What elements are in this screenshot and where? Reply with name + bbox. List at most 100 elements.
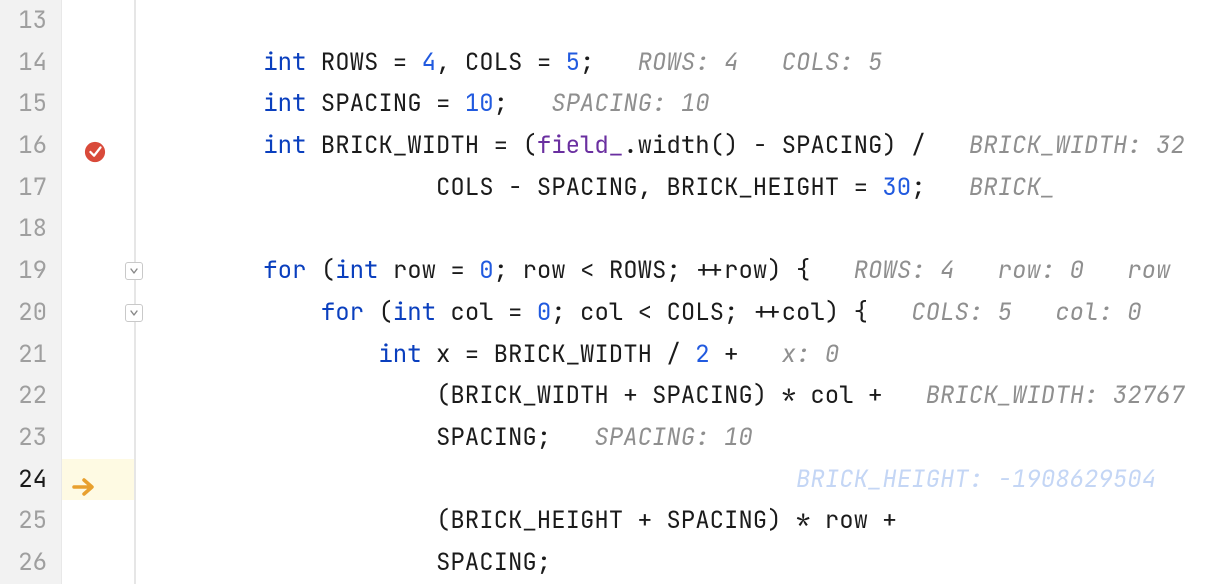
code-token: SPACING; xyxy=(436,547,551,578)
inline-hint: row: 0 xyxy=(998,255,1084,286)
marker-line xyxy=(62,0,134,42)
line-number: 21 xyxy=(0,334,61,376)
code-line[interactable]: for (int row = 0; row < ROWS; ++row) { R… xyxy=(136,250,1232,292)
inline-hint: ROWS: 4 xyxy=(638,47,739,78)
code-line[interactable]: int BRICK_WIDTH = (field_.width() - SPAC… xyxy=(136,125,1232,167)
code-token: col = xyxy=(436,297,537,328)
code-token: for xyxy=(263,255,306,286)
code-token: 0 xyxy=(537,297,551,328)
code-token: 2 xyxy=(695,339,709,370)
marker-gutter xyxy=(62,0,136,584)
inline-hint: COLS: 5 xyxy=(782,47,883,78)
code-token: SPACING = xyxy=(306,88,464,119)
code-line[interactable]: SPACING; xyxy=(136,542,1232,584)
code-token: 4 xyxy=(422,47,436,78)
code-token: ; xyxy=(911,172,925,203)
line-number-gutter: 1314151617181920212223242526 xyxy=(0,0,62,584)
code-token: 0 xyxy=(479,255,493,286)
line-number: 18 xyxy=(0,208,61,250)
code-line[interactable]: (BRICK_HEIGHT + SPACING) * row + xyxy=(136,500,1232,542)
code-token: 5 xyxy=(566,47,580,78)
code-token: for xyxy=(321,297,364,328)
breakpoint-icon[interactable] xyxy=(84,135,106,157)
marker-line xyxy=(62,500,134,542)
marker-line xyxy=(62,125,134,167)
code-token: row = xyxy=(378,255,479,286)
code-token: int xyxy=(335,255,378,286)
line-number: 26 xyxy=(0,542,61,584)
code-token: 30 xyxy=(882,172,911,203)
marker-line xyxy=(62,334,134,376)
line-number: 13 xyxy=(0,0,61,42)
code-area[interactable]: int ROWS = 4, COLS = 5; ROWS: 4 COLS: 5 … xyxy=(136,0,1232,584)
inline-hint: ROWS: 4 xyxy=(854,255,955,286)
code-line[interactable] xyxy=(136,0,1232,42)
inline-hint: row xyxy=(1127,255,1170,286)
line-number: 17 xyxy=(0,167,61,209)
marker-line xyxy=(62,167,134,209)
code-token: .width() - SPACING) / xyxy=(623,130,925,161)
code-editor: 1314151617181920212223242526 int ROWS = … xyxy=(0,0,1232,584)
code-token: ROWS = xyxy=(306,47,421,78)
code-token: SPACING; xyxy=(436,422,551,453)
inline-hint: SPACING: 10 xyxy=(594,422,752,453)
code-line[interactable]: int SPACING = 10; SPACING: 10 xyxy=(136,83,1232,125)
line-number: 15 xyxy=(0,83,61,125)
code-token: int xyxy=(378,464,421,495)
marker-line xyxy=(62,292,134,334)
inline-hint: BRICK_WIDTH: 32767 xyxy=(926,380,1185,411)
line-number: 22 xyxy=(0,375,61,417)
code-token: (BRICK_HEIGHT + SPACING) * row + xyxy=(436,505,897,536)
code-token: int xyxy=(263,130,306,161)
marker-line xyxy=(62,459,134,501)
code-token: y = BRICK_HEIGHT / xyxy=(422,464,710,495)
inline-hint: COLS: 5 xyxy=(911,297,1012,328)
fold-handle-icon[interactable] xyxy=(125,304,143,322)
line-number: 23 xyxy=(0,417,61,459)
code-token: , COLS = xyxy=(436,47,566,78)
marker-line xyxy=(62,250,134,292)
line-number: 14 xyxy=(0,42,61,84)
code-token: + xyxy=(710,339,739,370)
code-line[interactable]: int ROWS = 4, COLS = 5; ROWS: 4 COLS: 5 xyxy=(136,42,1232,84)
inline-hint: SPACING: 10 xyxy=(551,88,709,119)
code-token: ; xyxy=(580,47,594,78)
marker-line xyxy=(62,542,134,584)
code-token: ; xyxy=(494,88,508,119)
code-line[interactable]: COLS - SPACING, BRICK_HEIGHT = 30; BRICK… xyxy=(136,167,1232,209)
line-number: 24 xyxy=(0,459,61,501)
code-token: 2 xyxy=(710,464,724,495)
code-token: x = BRICK_WIDTH / xyxy=(422,339,696,370)
code-token: int xyxy=(393,297,436,328)
execution-pointer-icon xyxy=(72,469,100,489)
fold-handle-icon[interactable] xyxy=(125,262,143,280)
code-token: COLS - SPACING, BRICK_HEIGHT = xyxy=(436,172,882,203)
marker-line xyxy=(62,83,134,125)
line-number: 20 xyxy=(0,292,61,334)
inline-hint: col: 0 xyxy=(1055,297,1141,328)
code-token: 10 xyxy=(465,88,494,119)
inline-hint: BRICK_WIDTH: 32 xyxy=(969,130,1185,161)
code-token: (BRICK_WIDTH + SPACING) * col + xyxy=(436,380,882,411)
marker-line xyxy=(62,208,134,250)
inline-hint: x: 0 xyxy=(782,339,840,370)
code-token: field_ xyxy=(537,130,623,161)
code-line[interactable]: int y = BRICK_HEIGHT / 2 + BRICK_HEIGHT:… xyxy=(136,459,1232,501)
line-number: 19 xyxy=(0,250,61,292)
code-line[interactable]: int x = BRICK_WIDTH / 2 + x: 0 xyxy=(136,334,1232,376)
inline-hint: BRICK_HEIGHT: -1908629504 xyxy=(796,464,1156,495)
code-token: int xyxy=(263,88,306,119)
code-token: ( xyxy=(364,297,393,328)
inline-hint: BRICK_ xyxy=(969,172,1055,203)
code-token: + xyxy=(724,464,753,495)
code-line[interactable]: for (int col = 0; col < COLS; ++col) { C… xyxy=(136,292,1232,334)
code-line[interactable]: SPACING; SPACING: 10 xyxy=(136,417,1232,459)
line-number: 25 xyxy=(0,500,61,542)
code-token: ; row < ROWS; ++row) { xyxy=(494,255,811,286)
marker-line xyxy=(62,42,134,84)
code-line[interactable]: (BRICK_WIDTH + SPACING) * col + BRICK_WI… xyxy=(136,375,1232,417)
code-token: ( xyxy=(306,255,335,286)
marker-line xyxy=(62,375,134,417)
line-number: 16 xyxy=(0,125,61,167)
code-line[interactable] xyxy=(136,208,1232,250)
